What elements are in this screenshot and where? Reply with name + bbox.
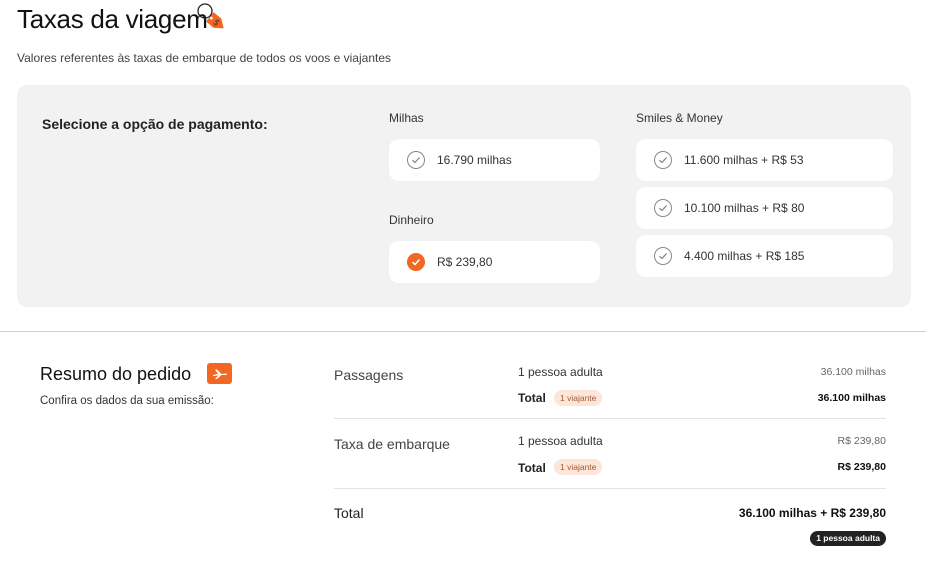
page-subtitle: Valores referentes às taxas de embarque …: [17, 51, 391, 65]
page-title: Taxas da viagem: [17, 4, 208, 34]
option-label: 4.400 milhas + R$ 185: [684, 249, 805, 263]
summary-row-label-taxa: Taxa de embarque: [334, 436, 450, 452]
summary-row-total-value: R$ 239,80: [837, 461, 886, 473]
traveler-badge: 1 viajante: [554, 390, 603, 406]
summary-row-value: R$ 239,80: [837, 435, 886, 447]
group-label-dinheiro: Dinheiro: [389, 213, 434, 227]
grand-total-value: 36.100 milhas + R$ 239,80: [738, 506, 886, 520]
grand-total-label: Total: [334, 505, 364, 521]
summary-row-total-label: Total: [518, 461, 546, 475]
option-label: 11.600 milhas + R$ 53: [684, 153, 804, 167]
section-divider: [0, 331, 926, 332]
summary-title: Resumo do pedido: [40, 364, 192, 384]
option-smiles-money-2[interactable]: 10.100 milhas + R$ 80: [636, 187, 893, 229]
radio-check-icon: [407, 151, 425, 169]
summary-row-passenger: 1 pessoa adulta: [518, 434, 603, 448]
summary-subtitle: Confira os dados da sua emissão:: [40, 395, 214, 407]
option-label: 16.790 milhas: [437, 153, 512, 167]
option-label: R$ 239,80: [437, 255, 493, 269]
option-smiles-money-1[interactable]: 11.600 milhas + R$ 53: [636, 139, 893, 181]
option-label: 10.100 milhas + R$ 80: [684, 201, 805, 215]
payment-options-panel: Selecione a opção de pagamento: Milhas 1…: [17, 85, 911, 307]
radio-checked-icon: [407, 253, 425, 271]
summary-row-total-value: 36.100 milhas: [817, 392, 886, 404]
adult-count-badge: 1 pessoa adulta: [810, 531, 886, 546]
row-divider: [334, 488, 886, 489]
traveler-badge: 1 viajante: [554, 459, 603, 475]
group-label-milhas: Milhas: [389, 111, 424, 125]
group-label-smiles-money: Smiles & Money: [636, 111, 723, 125]
option-smiles-money-3[interactable]: 4.400 milhas + R$ 185: [636, 235, 893, 277]
option-dinheiro[interactable]: R$ 239,80: [389, 241, 600, 283]
airplane-ticket-icon: [207, 363, 232, 384]
summary-row-passenger: 1 pessoa adulta: [518, 365, 603, 379]
summary-row-total-label: Total: [518, 391, 546, 405]
summary-row-label-passagens: Passagens: [334, 367, 404, 383]
payment-label: Selecione a opção de pagamento:: [42, 116, 268, 132]
row-divider: [334, 418, 886, 419]
radio-check-icon: [654, 199, 672, 217]
price-tag-icon: $: [196, 2, 234, 38]
radio-check-icon: [654, 151, 672, 169]
radio-check-icon: [654, 247, 672, 265]
summary-row-value: 36.100 milhas: [820, 366, 886, 378]
option-milhas[interactable]: 16.790 milhas: [389, 139, 600, 181]
